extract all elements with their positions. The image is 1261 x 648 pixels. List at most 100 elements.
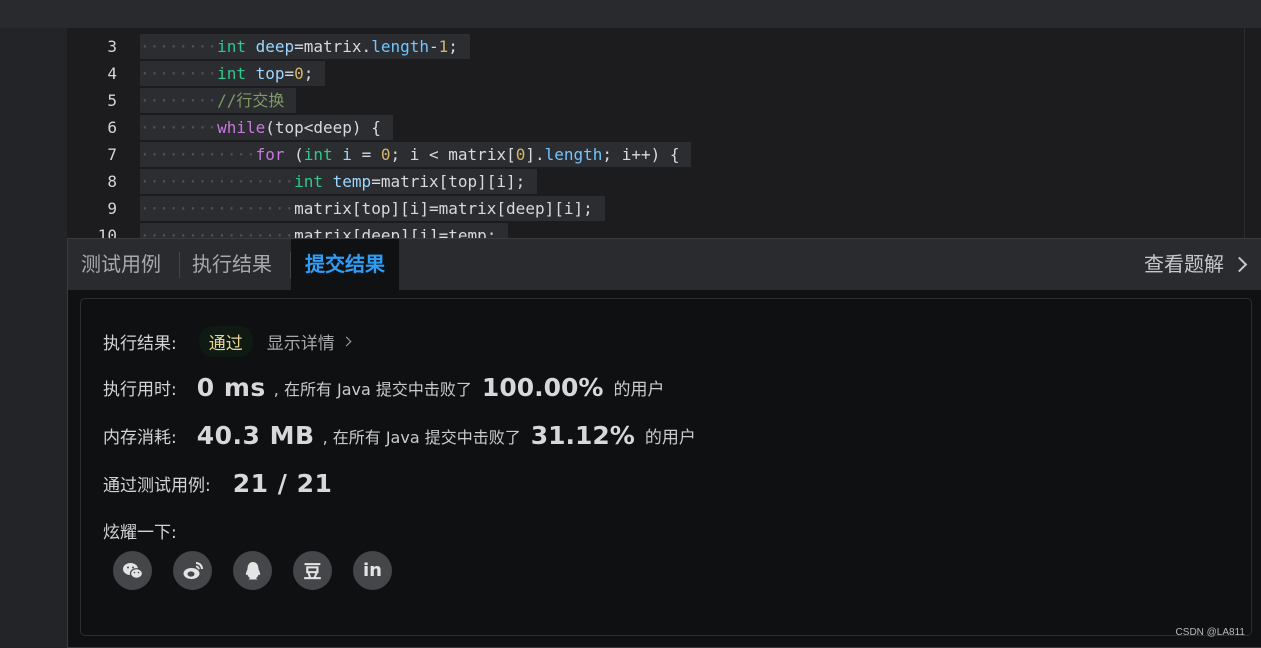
code-token: while [217, 118, 266, 137]
indent-whitespace: ················ [140, 226, 295, 238]
line-number: 9 [107, 199, 117, 218]
code-text: ················int temp=matrix[top][i]; [140, 169, 538, 194]
runtime-value: 0 ms [196, 373, 266, 402]
line-number: 6 [107, 118, 117, 137]
code-line[interactable]: 3 ········int deep=matrix.length-1; [67, 33, 1247, 60]
editor-scrollbar[interactable] [1244, 28, 1261, 238]
result-tabs: 测试用例 执行结果 提交结果 查看题解 [67, 238, 1261, 290]
code-text: ················matrix[deep][i]=temp; [140, 223, 509, 238]
testcases-row: 通过测试用例: 21 / 21 [103, 469, 332, 498]
code-token: top [255, 64, 285, 83]
left-gutter [0, 28, 67, 648]
code-token: =matrix[top][i]; [371, 172, 526, 191]
code-token: =matrix. [294, 37, 372, 56]
code-token: 0 [515, 145, 526, 164]
code-line[interactable]: 6 ········while(top<deep) { [67, 114, 1247, 141]
indent-whitespace: ············ [140, 145, 256, 164]
tab-submit-result[interactable]: 提交结果 [291, 239, 399, 290]
view-solution-label: 查看题解 [1144, 252, 1224, 276]
chevron-right-icon [1231, 256, 1248, 273]
code-token: deep [255, 37, 295, 56]
memory-label: 内存消耗: [103, 428, 177, 448]
indent-whitespace: ········ [140, 37, 218, 56]
code-token: int [294, 172, 333, 191]
code-token: int [217, 37, 256, 56]
code-line[interactable]: 9 ················matrix[top][i]=matrix[d… [67, 195, 1247, 222]
window-top-strip [0, 0, 1261, 28]
code-token: //行交换 [217, 91, 285, 110]
memory-value: 40.3 MB [196, 421, 315, 450]
status-row: 执行结果: 通过 显示详情 [103, 326, 352, 357]
code-token: 1 [438, 37, 449, 56]
runtime-label: 执行用时: [103, 380, 177, 400]
indent-whitespace: ················ [140, 172, 295, 191]
code-text: ················matrix[top][i]=matrix[de… [140, 196, 605, 221]
watermark: CSDN @LA811 [1175, 627, 1245, 638]
code-token: = [351, 145, 381, 164]
code-text: ········int top=0; [140, 61, 326, 86]
memory-beats-text: , 在所有 Java 提交中击败了 [322, 427, 521, 447]
code-token: temp [332, 172, 372, 191]
code-token: ; i < matrix[ [390, 145, 516, 164]
code-editor[interactable]: 3 ········int deep=matrix.length-1; 4 ·····… [67, 28, 1247, 238]
tab-testcase[interactable]: 测试用例 [81, 239, 161, 290]
code-line[interactable]: 5 ········//行交换 [67, 87, 1247, 114]
share-weibo-button[interactable] [173, 551, 212, 590]
line-number: 7 [107, 145, 117, 164]
code-token: - [428, 37, 439, 56]
code-token: int [303, 145, 343, 164]
share-buttons: 豆 in [113, 551, 392, 590]
code-token: length [371, 37, 429, 56]
share-wechat-button[interactable] [113, 551, 152, 590]
code-token: 0 [294, 64, 304, 83]
testcases-value: 21 / 21 [232, 469, 333, 498]
line-number: 3 [107, 37, 117, 56]
code-token: (top<deep) { [265, 118, 381, 137]
status-label: 执行结果: [103, 334, 177, 354]
line-number: 8 [107, 172, 117, 191]
indent-whitespace: ········ [140, 91, 218, 110]
code-text: ········//行交换 [140, 88, 297, 113]
status-badge: 通过 [198, 326, 253, 357]
code-token: = [284, 64, 295, 83]
view-solution-link[interactable]: 查看题解 [1144, 239, 1249, 290]
code-text: ········while(top<deep) { [140, 115, 393, 140]
show-details-link[interactable]: 显示详情 [266, 329, 352, 354]
code-token: ( [294, 145, 304, 164]
code-token: matrix[deep][i]=temp; [294, 226, 497, 238]
code-token: i [342, 145, 352, 164]
code-line[interactable]: 10 ················matrix[deep][i]=temp; [67, 222, 1247, 238]
share-qq-button[interactable] [233, 551, 272, 590]
share-row: 炫耀一下: [103, 518, 177, 543]
douban-icon: 豆 [303, 561, 322, 583]
weibo-icon [183, 561, 203, 579]
testcases-label: 通过测试用例: [103, 476, 211, 496]
show-details-label: 显示详情 [266, 334, 335, 354]
memory-row: 内存消耗: 40.3 MB , 在所有 Java 提交中击败了 31.12% 的… [103, 421, 696, 450]
code-text: ········int deep=matrix.length-1; [140, 34, 470, 59]
runtime-row: 执行用时: 0 ms , 在所有 Java 提交中击败了 100.00% 的用户 [103, 373, 664, 402]
line-number: 4 [107, 64, 117, 83]
code-token: matrix[top][i]=matrix[deep][i]; [294, 199, 593, 218]
line-number: 5 [107, 91, 117, 110]
qq-penguin-icon [245, 561, 260, 579]
code-text: ············for (int i = 0; i < matrix[0… [140, 142, 692, 167]
code-token: length [544, 145, 603, 164]
code-token: int [217, 64, 256, 83]
code-line[interactable]: 7 ············for (int i = 0; i < matrix[… [67, 141, 1247, 168]
share-label: 炫耀一下: [103, 523, 177, 543]
chevron-right-icon [341, 336, 352, 347]
linkedin-icon: in [363, 560, 382, 581]
code-line[interactable]: 4 ········int top=0; [67, 60, 1247, 87]
runtime-suffix: 的用户 [613, 380, 665, 400]
tab-divider [179, 252, 180, 278]
share-douban-button[interactable]: 豆 [293, 551, 332, 590]
code-line[interactable]: 8 ················int temp=matrix[top][i]… [67, 168, 1247, 195]
code-token: for [255, 145, 295, 164]
runtime-beats-text: , 在所有 Java 提交中击败了 [273, 379, 472, 399]
tab-run-result[interactable]: 执行结果 [192, 239, 272, 290]
share-linkedin-button[interactable]: in [353, 551, 392, 590]
code-token: ; i++) { [602, 145, 680, 164]
memory-percentile: 31.12% [530, 421, 635, 450]
code-token: ; [448, 37, 458, 56]
